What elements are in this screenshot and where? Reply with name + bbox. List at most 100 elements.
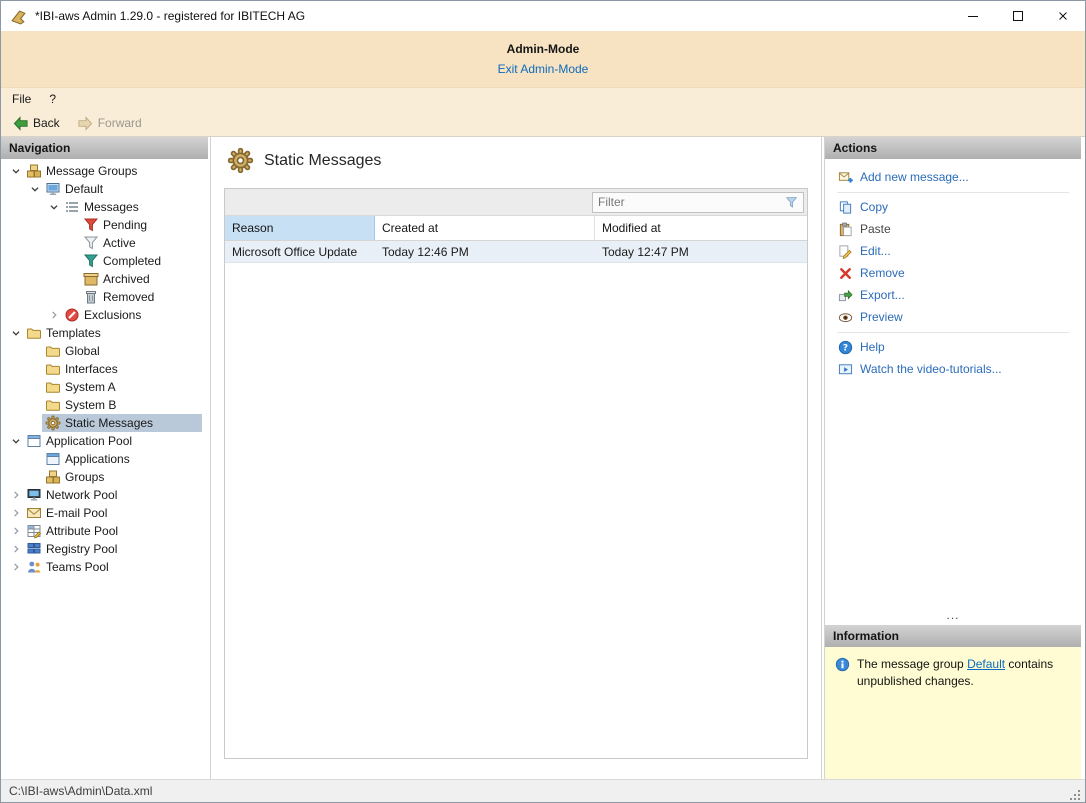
tree-item-network-pool[interactable]: Network Pool [1,486,208,504]
paste-icon [838,222,853,237]
expander-open-icon[interactable] [9,326,23,340]
action-preview[interactable]: Preview [825,306,1081,328]
actions-more[interactable]: ... [825,608,1081,625]
tree-item-application-pool[interactable]: Application Pool [1,432,208,450]
registry-pool-icon [26,541,42,557]
tree-item-label: Registry Pool [46,542,117,556]
filter-row [225,189,807,216]
tree-item-exclusions[interactable]: Exclusions [1,306,208,324]
tree-item-groups[interactable]: Groups [1,468,208,486]
tree-item-applications[interactable]: Applications [1,450,208,468]
menu-file[interactable]: File [3,89,40,109]
expander-closed-icon[interactable] [47,308,61,322]
close-button[interactable] [1040,1,1085,31]
forward-button[interactable]: Forward [71,113,149,134]
expander-spacer [66,290,80,304]
tree-item-interfaces[interactable]: Interfaces [1,360,208,378]
forward-arrow-icon [78,116,93,131]
tree-item-active[interactable]: Active [1,234,208,252]
tree-item-message-groups[interactable]: Message Groups [1,162,208,180]
back-arrow-icon [13,116,28,131]
tree-item-static-messages[interactable]: Static Messages [1,414,208,432]
back-button[interactable]: Back [6,113,67,134]
information-text-prefix: The message group [857,657,967,671]
action-watch-video-tutorials[interactable]: Watch the video-tutorials... [825,358,1081,380]
tree-item-label: E-mail Pool [46,506,107,520]
toolbar: Back Forward [1,110,1085,137]
tree-item-label: Applications [65,452,130,466]
expander-spacer [66,272,80,286]
active-icon [83,235,99,251]
information-header: Information [825,625,1081,647]
minimize-button[interactable] [950,1,995,31]
action-edit[interactable]: Edit... [825,240,1081,262]
expander-spacer [28,452,42,466]
expander-spacer [28,362,42,376]
action-help[interactable]: ? Help [825,336,1081,358]
navigation-header: Navigation [1,137,208,159]
filter-input[interactable] [598,195,781,209]
tree-item-messages[interactable]: Messages [1,198,208,216]
expander-open-icon[interactable] [28,182,42,196]
expander-open-icon[interactable] [47,200,61,214]
information-text: The message group Default contains unpub… [857,656,1067,690]
tree-item-label: Archived [103,272,150,286]
column-header-modified-at[interactable]: Modified at [595,216,807,240]
expander-spacer [28,380,42,394]
copy-icon [838,200,853,215]
tree-item-label: Static Messages [65,416,153,430]
teams-pool-icon [26,559,42,575]
tree-item-completed[interactable]: Completed [1,252,208,270]
table-empty-area [225,263,807,758]
tree-item-templates[interactable]: Templates [1,324,208,342]
network-pool-icon [26,487,42,503]
table-row[interactable]: Microsoft Office Update Today 12:46 PM T… [225,241,807,263]
maximize-button[interactable] [995,1,1040,31]
folder-icon [45,379,61,395]
column-header-reason[interactable]: Reason [225,216,375,240]
column-header-created-at[interactable]: Created at [375,216,595,240]
default-group-link[interactable]: Default [967,657,1005,671]
tree-item-registry-pool[interactable]: Registry Pool [1,540,208,558]
tree-item-global[interactable]: Global [1,342,208,360]
preview-eye-icon [838,310,853,325]
tree-item-archived[interactable]: Archived [1,270,208,288]
tree-item-teams-pool[interactable]: Teams Pool [1,558,208,576]
tree-item-attribute-pool[interactable]: Attribute Pool [1,522,208,540]
tree-item-system-b[interactable]: System B [1,396,208,414]
tree-item-label: Removed [103,290,154,304]
page-title-row: Static Messages [227,147,808,174]
tree-item-pending[interactable]: Pending [1,216,208,234]
tree-item-email-pool[interactable]: E-mail Pool [1,504,208,522]
tree-item-default[interactable]: Default [1,180,208,198]
action-add-new-message[interactable]: Add new message... [825,166,1081,188]
tree-item-system-a[interactable]: System A [1,378,208,396]
action-remove[interactable]: Remove [825,262,1081,284]
tree-item-label: System A [65,380,116,394]
action-label: Paste [860,222,891,236]
expander-open-icon[interactable] [9,434,23,448]
exit-admin-mode-link[interactable]: Exit Admin-Mode [498,62,589,76]
expander-open-icon[interactable] [9,164,23,178]
window-controls [950,1,1085,31]
action-label: Copy [860,200,888,214]
expander-closed-icon[interactable] [9,560,23,574]
menu-bar: File ? [1,87,1085,110]
action-paste[interactable]: Paste [825,218,1081,240]
expander-closed-icon[interactable] [9,506,23,520]
expander-spacer [66,218,80,232]
action-label: Export... [860,288,905,302]
action-copy[interactable]: Copy [825,196,1081,218]
expander-closed-icon[interactable] [9,524,23,538]
tree-item-label: Templates [46,326,101,340]
messages-icon [64,199,80,215]
expander-closed-icon[interactable] [9,488,23,502]
resize-grip[interactable] [1068,788,1082,802]
expander-closed-icon[interactable] [9,542,23,556]
menu-help[interactable]: ? [40,89,65,109]
separator [837,192,1069,193]
tree-item-removed[interactable]: Removed [1,288,208,306]
filter-funnel-icon[interactable] [785,196,798,209]
action-export[interactable]: Export... [825,284,1081,306]
tree-item-label: Teams Pool [46,560,109,574]
